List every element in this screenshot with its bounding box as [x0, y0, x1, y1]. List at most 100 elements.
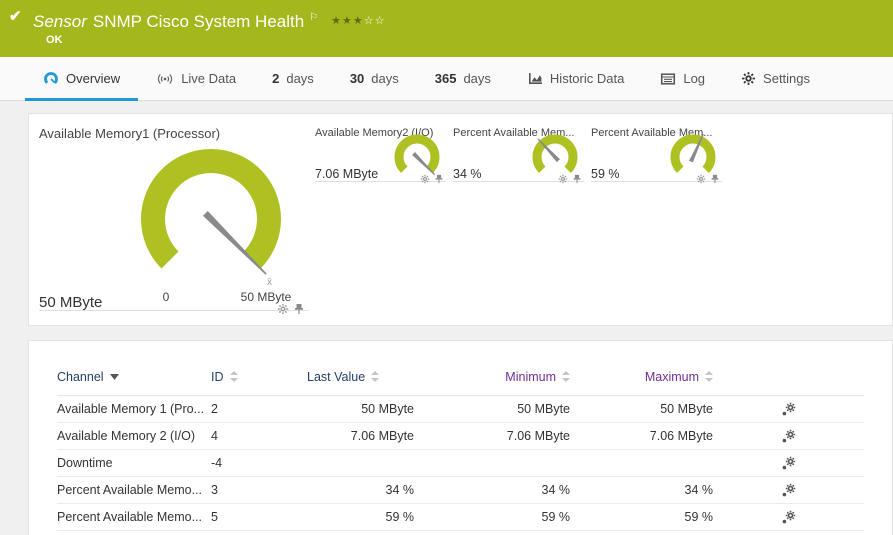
area-chart-icon: [527, 71, 543, 86]
channel-gear-icon[interactable]: [696, 174, 706, 184]
channel-gear-icon[interactable]: [277, 303, 289, 315]
channel-settings-icon[interactable]: [782, 483, 796, 497]
channel-id: 3: [211, 476, 307, 503]
object-kind-label: Sensor: [33, 12, 87, 31]
channel-settings-icon[interactable]: [782, 402, 796, 416]
channel-name: Percent Available Memo...: [57, 476, 211, 503]
content-area: Available Memory1 (Processor) 0 50 MByte…: [0, 101, 893, 535]
channel-last-value: 34 %: [307, 476, 414, 503]
channel-last-value: 7.06 MByte: [307, 422, 414, 449]
channel-minimum: 50 MByte: [414, 395, 570, 422]
channel-minimum: [414, 449, 570, 476]
channel-settings-icon[interactable]: [782, 429, 796, 443]
gauge-scale-max: 50 MByte: [235, 290, 297, 304]
priority-stars[interactable]: ★★★☆☆: [331, 15, 385, 27]
broadcast-icon: [156, 71, 174, 87]
tab-label: Live Data: [181, 71, 236, 86]
column-header-maximum[interactable]: Maximum: [570, 359, 713, 395]
tab-number: 365: [435, 71, 457, 86]
column-header-id[interactable]: ID: [211, 359, 307, 395]
channel-maximum: [570, 449, 713, 476]
pin-icon[interactable]: [293, 303, 305, 315]
table-row: Downtime -4: [57, 449, 864, 476]
mini-gauge-value: 34 %: [453, 167, 482, 181]
divider: [39, 310, 309, 311]
tab-overview[interactable]: Overview: [25, 57, 138, 100]
mini-gauge-value: 7.06 MByte: [315, 167, 378, 181]
tab-label: Historic Data: [550, 71, 624, 86]
primary-gauge-value: 50 MByte: [39, 294, 102, 311]
gauges-panel: Available Memory1 (Processor) 0 50 MByte…: [28, 113, 893, 326]
tab-label: days: [286, 71, 313, 86]
tab-bar: Overview Live Data 2 days 30 days 365 da…: [0, 57, 893, 101]
tab-label: Log: [683, 71, 705, 86]
channel-last-value: 59 %: [307, 503, 414, 530]
sensor-header: ✔ Sensor SNMP Cisco System Health ⚐ ★★★☆☆ O…: [0, 0, 893, 57]
tab-365-days[interactable]: 365 days: [417, 57, 509, 100]
status-badge: OK: [46, 34, 893, 46]
channel-id: 5: [211, 503, 307, 530]
column-header-last-value[interactable]: Last Value: [307, 359, 414, 395]
channel-id: 4: [211, 422, 307, 449]
channel-settings-icon[interactable]: [782, 510, 796, 524]
channel-id: 2: [211, 395, 307, 422]
tab-label: Settings: [763, 71, 810, 86]
column-header-channel[interactable]: Channel: [57, 359, 211, 395]
gauge-average-marker: x̄: [267, 277, 272, 288]
channel-gear-icon[interactable]: [558, 174, 568, 184]
table-header-row: Channel ID Last Value Minimum Maximum: [57, 359, 864, 395]
channel-gear-icon[interactable]: [420, 174, 430, 184]
channel-name: Available Memory 1 (Pro...: [57, 395, 211, 422]
pin-icon[interactable]: [572, 174, 582, 184]
mini-gauge-panel: Percent Available Mem... 34 %: [453, 127, 584, 189]
primary-gauge-panel: Available Memory1 (Processor) 0 50 MByte…: [39, 126, 309, 324]
table-row: Available Memory 2 (I/O) 4 7.06 MByte 7.…: [57, 422, 864, 449]
pin-icon[interactable]: [434, 174, 444, 184]
tab-number: 30: [350, 71, 364, 86]
sort-icon: [230, 371, 238, 382]
tab-number: 2: [272, 71, 279, 86]
channels-table: Channel ID Last Value Minimum Maximum Av…: [57, 359, 864, 531]
mini-gauge-panel: Percent Available Mem... 59 %: [591, 127, 722, 189]
status-ok-check-icon: ✔: [9, 9, 22, 24]
channel-minimum: 59 %: [414, 503, 570, 530]
tab-live-data[interactable]: Live Data: [138, 57, 254, 100]
tab-2-days[interactable]: 2 days: [254, 57, 332, 100]
tab-label: Overview: [66, 71, 120, 86]
channel-name: Downtime: [57, 449, 211, 476]
log-list-icon: [660, 71, 676, 87]
channel-name: Available Memory 2 (I/O): [57, 422, 211, 449]
channel-id: -4: [211, 449, 307, 476]
channel-settings-icon[interactable]: [782, 456, 796, 470]
channel-maximum: 59 %: [570, 503, 713, 530]
page-title: SNMP Cisco System Health: [93, 12, 304, 31]
mini-gauge-value: 59 %: [591, 167, 620, 181]
channel-name: Percent Available Memo...: [57, 503, 211, 530]
table-row: Available Memory 1 (Pro... 2 50 MByte 50…: [57, 395, 864, 422]
tab-log[interactable]: Log: [642, 57, 723, 100]
channel-minimum: 7.06 MByte: [414, 422, 570, 449]
table-row: Percent Available Memo... 5 59 % 59 % 59…: [57, 503, 864, 530]
tab-historic-data[interactable]: Historic Data: [509, 57, 642, 100]
tab-label: days: [463, 71, 490, 86]
gear-icon: [741, 71, 756, 86]
sort-desc-icon: [110, 374, 119, 380]
stars-empty[interactable]: ☆☆: [364, 15, 386, 27]
column-header-minimum[interactable]: Minimum: [414, 359, 570, 395]
stars-filled[interactable]: ★★★: [331, 15, 364, 27]
flag-icon[interactable]: ⚐: [309, 12, 318, 23]
sort-icon: [562, 371, 570, 382]
channel-last-value: [307, 449, 414, 476]
channel-maximum: 7.06 MByte: [570, 422, 713, 449]
gauge-icon: [43, 71, 59, 87]
channels-table-panel: Channel ID Last Value Minimum Maximum Av…: [28, 340, 893, 535]
tab-label: days: [371, 71, 398, 86]
tab-settings[interactable]: Settings: [723, 57, 828, 100]
channel-minimum: 34 %: [414, 476, 570, 503]
column-header-actions: [713, 359, 864, 395]
channel-last-value: 50 MByte: [307, 395, 414, 422]
pin-icon[interactable]: [710, 174, 720, 184]
tab-30-days[interactable]: 30 days: [332, 57, 417, 100]
gauge-scale-min: 0: [146, 290, 186, 304]
sort-icon: [705, 371, 713, 382]
